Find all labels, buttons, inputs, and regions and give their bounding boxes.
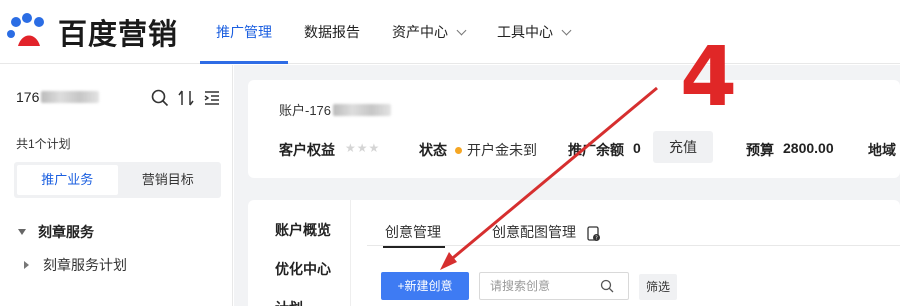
sidebar-segmented-control: 推广业务 营销目标 — [14, 162, 221, 198]
detail-side-nav: 账户概览 优化中心 计划 — [248, 200, 351, 306]
new-creative-button[interactable]: +新建创意 — [381, 272, 469, 300]
filter-button[interactable]: 筛选 — [639, 274, 677, 300]
search-icon[interactable] — [600, 279, 614, 293]
budget-label: 预算 — [746, 142, 774, 158]
top-navigation-bar: 百度营销 推广管理 数据报告 资产中心 工具中心 — [0, 0, 900, 64]
segment-marketing-goal[interactable]: 营销目标 — [118, 165, 219, 195]
document-help-icon[interactable]: ? — [587, 226, 601, 242]
sidebar-tools — [151, 89, 221, 107]
nav-label: 推广管理 — [216, 24, 272, 40]
segment-promotion-business[interactable]: 推广业务 — [17, 165, 118, 195]
nav-asset-center[interactable]: 资产中心 — [376, 0, 481, 64]
customer-rights-label: 客户权益 — [279, 142, 335, 158]
nav-data-report[interactable]: 数据报告 — [288, 0, 376, 64]
sidebar-account-row: 176 — [16, 89, 221, 109]
list-icon[interactable] — [203, 89, 221, 107]
vnav-optimization-center[interactable]: 优化中心 — [275, 259, 331, 279]
balance-label: 推广余额 — [568, 142, 624, 158]
account-info-card: 账户-176 客户权益 ★★★ 状态 开户金未到 推广余额 0 充值 预算 28… — [248, 80, 900, 178]
tree-plan-label: 刻章服务计划 — [43, 257, 127, 273]
creative-search-input[interactable] — [480, 279, 600, 293]
caret-right-icon — [24, 261, 29, 269]
status-value: 开户金未到 — [455, 140, 537, 160]
caret-down-icon — [18, 229, 26, 235]
creative-search-box — [479, 272, 629, 300]
redacted-account-digits — [333, 103, 392, 116]
rating-stars: ★★★ — [345, 141, 381, 155]
account-stats-row: 客户权益 ★★★ 状态 开户金未到 推广余额 0 充值 预算 2800.00 地… — [279, 131, 900, 165]
logo-text: 百度营销 — [58, 17, 179, 51]
tab-creative-management[interactable]: 创意管理 — [383, 222, 445, 248]
tab-creative-image-management[interactable]: 创意配图管理 — [492, 222, 576, 246]
plan-count: 共1个计划 — [16, 137, 71, 151]
svg-text:?: ? — [595, 235, 598, 241]
baidu-marketing-logo[interactable]: 百度营销 — [6, 12, 191, 52]
tree-business-label: 刻章服务 — [38, 224, 94, 240]
status-label: 状态 — [419, 142, 447, 158]
tree-plan-node[interactable]: 刻章服务计划 — [24, 255, 127, 275]
vnav-plan[interactable]: 计划 — [275, 298, 303, 306]
nav-label: 资产中心 — [392, 24, 448, 40]
account-title: 账户-176 — [279, 100, 392, 119]
nav-label: 工具中心 — [497, 24, 553, 40]
creative-tabs: 创意管理 创意配图管理 ? — [367, 200, 900, 248]
account-id-prefix: 176 — [16, 89, 40, 105]
region-label: 地域 — [868, 142, 896, 158]
vnav-account-overview[interactable]: 账户概览 — [275, 220, 331, 240]
redacted-account-digits — [41, 91, 100, 103]
status-text: 开户金未到 — [467, 142, 537, 158]
tree-business-node[interactable]: 刻章服务 — [18, 222, 94, 242]
nav-promotion-management[interactable]: 推广管理 — [200, 0, 288, 64]
main-content: 账户-176 客户权益 ★★★ 状态 开户金未到 推广余额 0 充值 预算 28… — [234, 65, 900, 306]
account-title-text: 账户-176 — [279, 103, 332, 118]
balance-value: 0 — [633, 140, 641, 156]
nav-label: 数据报告 — [304, 24, 360, 40]
chevron-down-icon — [561, 25, 572, 36]
main-nav: 推广管理 数据报告 资产中心 工具中心 — [200, 0, 586, 64]
nav-tool-center[interactable]: 工具中心 — [481, 0, 586, 64]
budget-value: 2800.00 — [783, 140, 834, 156]
paw-logo-icon — [7, 13, 44, 46]
chevron-down-icon — [456, 25, 467, 36]
sort-icon[interactable] — [177, 89, 195, 107]
search-icon[interactable] — [151, 89, 169, 107]
left-sidebar: 176 共1个计划 推广业务 营销目标 刻章服务 刻章服务计划 — [0, 65, 233, 306]
recharge-button[interactable]: 充值 — [653, 131, 713, 163]
status-dot — [455, 147, 462, 154]
detail-panel: 账户概览 优化中心 计划 创意管理 创意配图管理 ? +新建创意 筛选 — [248, 200, 900, 306]
